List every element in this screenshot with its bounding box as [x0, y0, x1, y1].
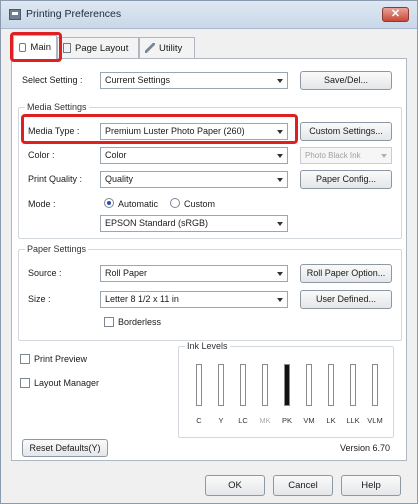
help-button[interactable]: Help — [341, 475, 401, 496]
ink-levels-chart: C Y LC MK PK VM LK LLK VLM — [178, 346, 394, 438]
tab-page-layout[interactable]: Page Layout — [57, 37, 139, 58]
mode-label: Mode : — [28, 199, 56, 209]
source-dropdown[interactable]: Roll Paper — [100, 265, 288, 282]
mode-custom-radio[interactable] — [170, 198, 180, 208]
wrench-icon — [145, 43, 155, 53]
chevron-down-icon — [381, 154, 387, 158]
ink-label-y: Y — [218, 416, 224, 425]
size-label: Size : — [28, 294, 51, 304]
chevron-down-icon — [277, 178, 283, 182]
color-dropdown[interactable]: Color — [100, 147, 288, 164]
reset-defaults-button[interactable]: Reset Defaults(Y) — [22, 439, 108, 457]
print-quality-dropdown[interactable]: Quality — [100, 171, 288, 188]
user-defined-button[interactable]: User Defined... — [300, 290, 392, 309]
print-preview-label: Print Preview — [34, 354, 88, 364]
printer-icon — [9, 9, 21, 20]
ink-label-vm: VM — [303, 416, 315, 425]
layout-manager-label: Layout Manager — [34, 378, 100, 388]
layout-manager-checkbox[interactable] — [20, 378, 30, 388]
ink-label-vlm: VLM — [367, 416, 383, 425]
ink-bar-pk — [284, 364, 290, 406]
select-setting-dropdown[interactable]: Current Settings — [100, 72, 288, 89]
black-ink-dropdown: Photo Black Ink — [300, 147, 392, 164]
mode-automatic-label: Automatic — [118, 199, 159, 209]
cancel-button[interactable]: Cancel — [273, 475, 333, 496]
close-button[interactable]: ✕ — [382, 7, 409, 22]
chevron-down-icon — [277, 154, 283, 158]
ink-fill-pk — [285, 365, 289, 405]
mode-profile-value: EPSON Standard (sRGB) — [105, 218, 209, 228]
select-setting-value: Current Settings — [105, 75, 171, 85]
custom-settings-button[interactable]: Custom Settings... — [300, 122, 392, 141]
print-preview-checkbox[interactable] — [20, 354, 30, 364]
roll-paper-option-button[interactable]: Roll Paper Option... — [300, 264, 392, 283]
ink-label-llk: LLK — [346, 416, 360, 425]
ink-bar-vlm — [372, 364, 378, 406]
chevron-down-icon — [277, 298, 283, 302]
paper-config-button[interactable]: Paper Config... — [300, 170, 392, 189]
borderless-checkbox[interactable] — [104, 317, 114, 327]
chevron-down-icon — [277, 222, 283, 226]
tab-utility[interactable]: Utility — [139, 37, 195, 58]
paper-settings-title: Paper Settings — [25, 244, 89, 254]
chevron-down-icon — [277, 272, 283, 276]
chevron-down-icon — [277, 79, 283, 83]
ink-bar-lc — [240, 364, 246, 406]
color-label: Color : — [28, 150, 55, 160]
ink-bar-y — [218, 364, 224, 406]
size-dropdown[interactable]: Letter 8 1/2 x 11 in — [100, 291, 288, 308]
media-settings-title: Media Settings — [25, 102, 89, 112]
ok-button[interactable]: OK — [205, 475, 265, 496]
page-icon — [63, 43, 71, 53]
window-title: Printing Preferences — [26, 8, 122, 20]
mode-profile-dropdown[interactable]: EPSON Standard (sRGB) — [100, 215, 288, 232]
ink-label-mk: MK — [259, 416, 271, 425]
main-tab-panel: Select Setting : Current Settings Save/D… — [11, 58, 407, 461]
source-label: Source : — [28, 268, 62, 278]
ink-label-c: C — [196, 416, 202, 425]
borderless-label: Borderless — [118, 317, 162, 327]
print-quality-label: Print Quality : — [28, 174, 83, 184]
version-label: Version 6.70 — [340, 443, 391, 453]
size-value: Letter 8 1/2 x 11 in — [105, 294, 179, 304]
ink-bar-mk — [262, 364, 268, 406]
source-value: Roll Paper — [105, 268, 148, 278]
black-ink-value: Photo Black Ink — [305, 151, 361, 160]
mode-automatic-radio[interactable] — [104, 198, 114, 208]
ink-label-pk: PK — [281, 416, 292, 425]
printing-preferences-window: Printing Preferences ✕ Main Page Layout … — [0, 0, 418, 504]
print-quality-value: Quality — [105, 174, 134, 184]
tab-utility-label: Utility — [159, 42, 183, 54]
ink-label-lk: LK — [326, 416, 336, 425]
ink-bar-llk — [350, 364, 356, 406]
ink-bar-vm — [306, 364, 312, 406]
tab-page-layout-label: Page Layout — [75, 42, 129, 54]
save-del-button[interactable]: Save/Del... — [300, 71, 392, 90]
select-setting-label: Select Setting : — [22, 75, 83, 85]
mode-custom-label: Custom — [184, 199, 216, 209]
ink-bar-lk — [328, 364, 334, 406]
ink-bar-c — [196, 364, 202, 406]
title-bar: Printing Preferences ✕ — [1, 1, 417, 29]
media-type-highlight — [21, 114, 298, 144]
main-tab-highlight — [10, 32, 62, 62]
color-value: Color — [105, 150, 127, 160]
ink-label-lc: LC — [238, 416, 248, 425]
